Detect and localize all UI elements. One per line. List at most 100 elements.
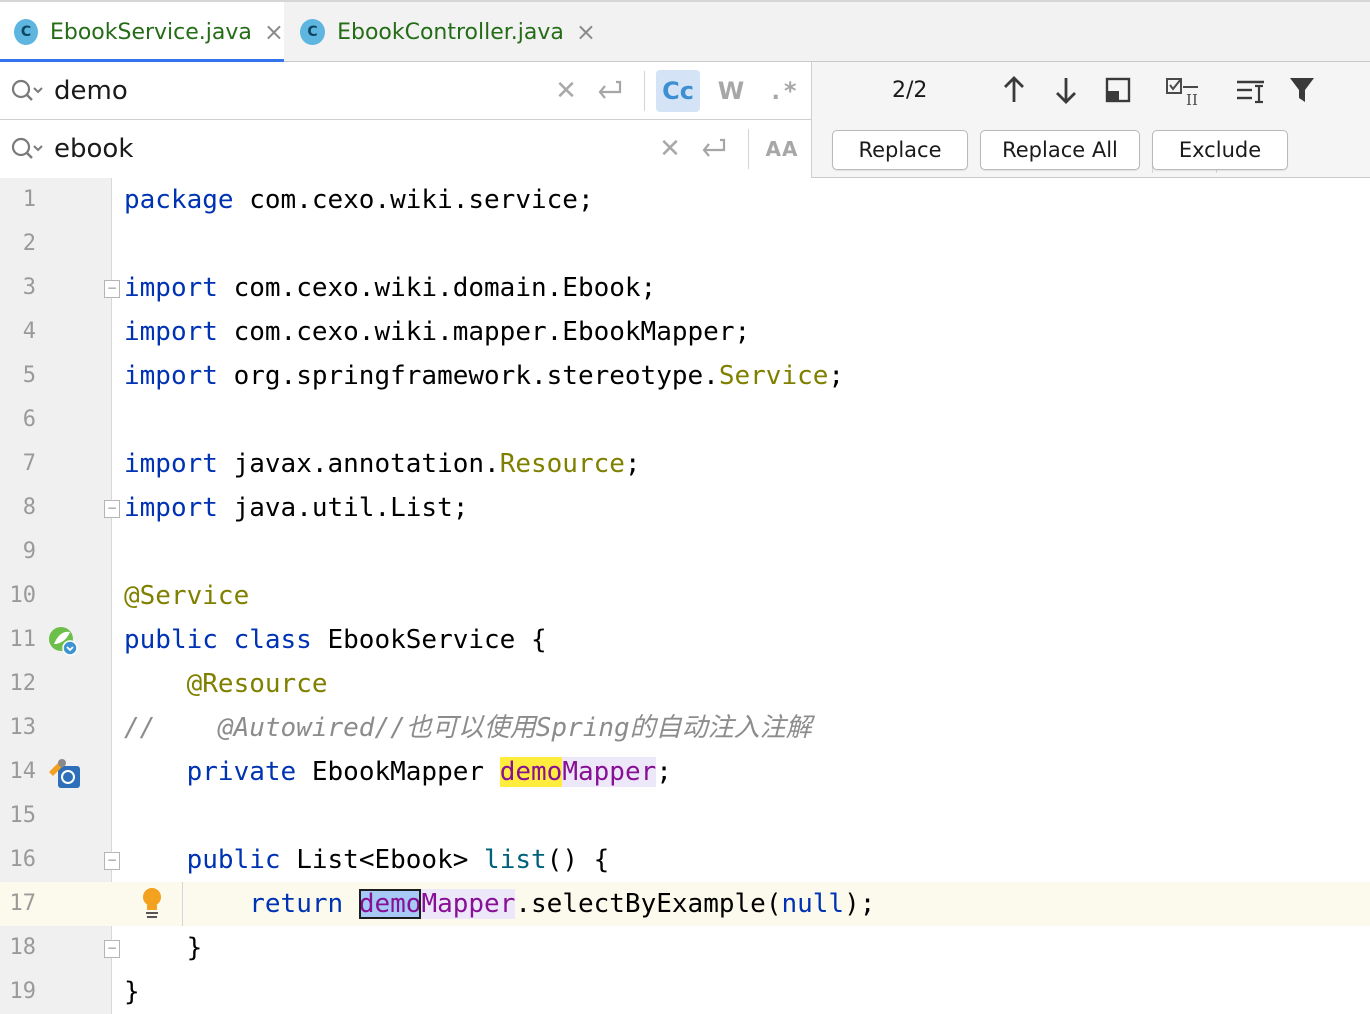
code-text: public List<Ebook> list() { [186, 845, 610, 875]
code-text: } [124, 977, 140, 1007]
line-number: 16 [9, 847, 37, 872]
search-icon[interactable] [10, 136, 44, 162]
code-line[interactable]: 15 [0, 794, 1370, 838]
line-number: 5 [22, 363, 36, 388]
code-comment: // @Autowired//也可以使用Spring的自动注入注解 [124, 713, 812, 743]
code-text: import java.util.List; [124, 493, 469, 523]
line-number: 14 [9, 759, 37, 784]
java-class-icon: C [300, 19, 326, 45]
line-number: 19 [9, 979, 37, 1004]
code-line[interactable]: 16 − public List<Ebook> list() { [0, 838, 1370, 882]
find-replace-panel: demo ✕ Cc W .* ebook ✕ AA 2/2 I I Replac… [0, 62, 1370, 178]
code-line[interactable]: 12 @Resource [0, 662, 1370, 706]
code-text: @Resource [186, 669, 328, 699]
code-text: } [186, 933, 203, 963]
tab-label: EbookController.java [337, 19, 564, 45]
line-number: 9 [22, 539, 36, 564]
line-number: 7 [22, 451, 36, 476]
code-line[interactable]: 6 [0, 398, 1370, 442]
regex-toggle[interactable]: .* [764, 70, 802, 112]
code-line[interactable]: 1 package com.cexo.wiki.service; [0, 178, 1370, 222]
fold-toggle-icon[interactable]: − [104, 940, 120, 958]
java-class-icon: C [14, 19, 38, 45]
line-number: 18 [9, 935, 37, 960]
line-number: 3 [22, 275, 36, 300]
code-line-current[interactable]: 17 return demoMapper.selectByExample(nul… [0, 882, 1370, 926]
clear-icon[interactable]: ✕ [552, 74, 580, 108]
code-text: import org.springframework.stereotype.Se… [124, 361, 845, 391]
replace-button[interactable]: Replace [832, 130, 968, 170]
match-count: 2/2 [892, 78, 928, 103]
line-number: 11 [9, 627, 37, 652]
fold-toggle-icon[interactable]: − [104, 852, 120, 870]
exclude-button[interactable]: Exclude [1152, 130, 1288, 170]
code-line[interactable]: 7 import javax.annotation.Resource; [0, 442, 1370, 486]
search-input[interactable]: demo [54, 76, 128, 106]
code-line[interactable]: 14 private EbookMapper demoMapper; [0, 750, 1370, 794]
search-row: demo ✕ Cc W .* [0, 62, 812, 120]
code-text: public class EbookService { [124, 625, 547, 655]
code-editor[interactable]: 1 package com.cexo.wiki.service; 2 3 − i… [0, 178, 1370, 1014]
search-in-selection-icon[interactable] [1104, 76, 1132, 104]
fold-toggle-icon[interactable]: − [104, 500, 120, 518]
arrow-down-icon[interactable] [1052, 74, 1080, 106]
replace-all-button[interactable]: Replace All [980, 130, 1140, 170]
search-icon[interactable] [10, 78, 44, 104]
tab-ebook-service[interactable]: C EbookService.java × [0, 2, 284, 63]
code-text: @Service [124, 581, 250, 611]
separator [748, 129, 749, 169]
clear-icon[interactable]: ✕ [656, 132, 684, 166]
tab-ebook-controller[interactable]: C EbookController.java × [286, 2, 596, 62]
close-icon[interactable]: × [264, 18, 284, 46]
separator [644, 71, 645, 111]
line-number: 6 [22, 407, 36, 432]
line-number: 17 [9, 891, 37, 916]
search-match-selected: demo [358, 889, 422, 919]
replace-row: ebook ✕ AA [0, 120, 812, 178]
code-line[interactable]: 2 [0, 222, 1370, 266]
line-number: 1 [22, 187, 36, 212]
search-settings-icon[interactable] [1234, 76, 1268, 106]
whole-words-toggle[interactable]: W [712, 70, 750, 112]
svg-text:I: I [1192, 91, 1198, 108]
autowired-icon[interactable] [46, 756, 82, 790]
filter-icon[interactable] [1288, 74, 1316, 106]
line-number: 8 [22, 495, 36, 520]
code-text: import com.cexo.wiki.mapper.EbookMapper; [124, 317, 751, 347]
code-line[interactable]: 5 import org.springframework.stereotype.… [0, 354, 1370, 398]
fold-toggle-icon[interactable]: − [104, 280, 120, 298]
code-line[interactable]: 4 import com.cexo.wiki.mapper.EbookMappe… [0, 310, 1370, 354]
select-all-occurrences-icon[interactable]: I I [1164, 74, 1202, 108]
spring-bean-icon[interactable] [46, 624, 82, 658]
line-number: 4 [22, 319, 36, 344]
code-line[interactable]: 11 public class EbookService { [0, 618, 1370, 662]
code-line[interactable]: 8 − import java.util.List; [0, 486, 1370, 530]
line-number: 13 [9, 715, 37, 740]
separator [811, 62, 812, 178]
match-case-toggle[interactable]: Cc [656, 70, 700, 112]
code-line[interactable]: 9 [0, 530, 1370, 574]
code-text: import javax.annotation.Resource; [124, 449, 641, 479]
close-icon[interactable]: × [576, 18, 596, 46]
code-line[interactable]: 18 − } [0, 926, 1370, 970]
arrow-up-icon[interactable] [1000, 74, 1028, 106]
line-number: 10 [9, 583, 37, 608]
line-number: 15 [9, 803, 37, 828]
line-number: 2 [22, 231, 36, 256]
code-line[interactable]: 3 − import com.cexo.wiki.domain.Ebook; [0, 266, 1370, 310]
line-number: 12 [9, 671, 37, 696]
code-text: import com.cexo.wiki.domain.Ebook; [124, 273, 657, 303]
newline-icon[interactable] [698, 134, 730, 164]
code-line[interactable]: 19 } [0, 970, 1370, 1014]
search-match: demo [499, 757, 563, 787]
code-text: return demoMapper.selectByExample(null); [249, 889, 876, 919]
preserve-case-toggle[interactable]: AA [762, 132, 802, 166]
code-line[interactable]: 10 @Service [0, 574, 1370, 618]
replace-input[interactable]: ebook [54, 134, 133, 164]
code-line[interactable]: 13 // @Autowired//也可以使用Spring的自动注入注解 [0, 706, 1370, 750]
code-text: private EbookMapper demoMapper; [186, 757, 672, 787]
editor-tab-bar: C EbookService.java × C EbookController.… [0, 0, 1370, 63]
code-text: package com.cexo.wiki.service; [124, 185, 594, 215]
newline-icon[interactable] [594, 76, 626, 106]
tab-label: EbookService.java [49, 19, 252, 45]
